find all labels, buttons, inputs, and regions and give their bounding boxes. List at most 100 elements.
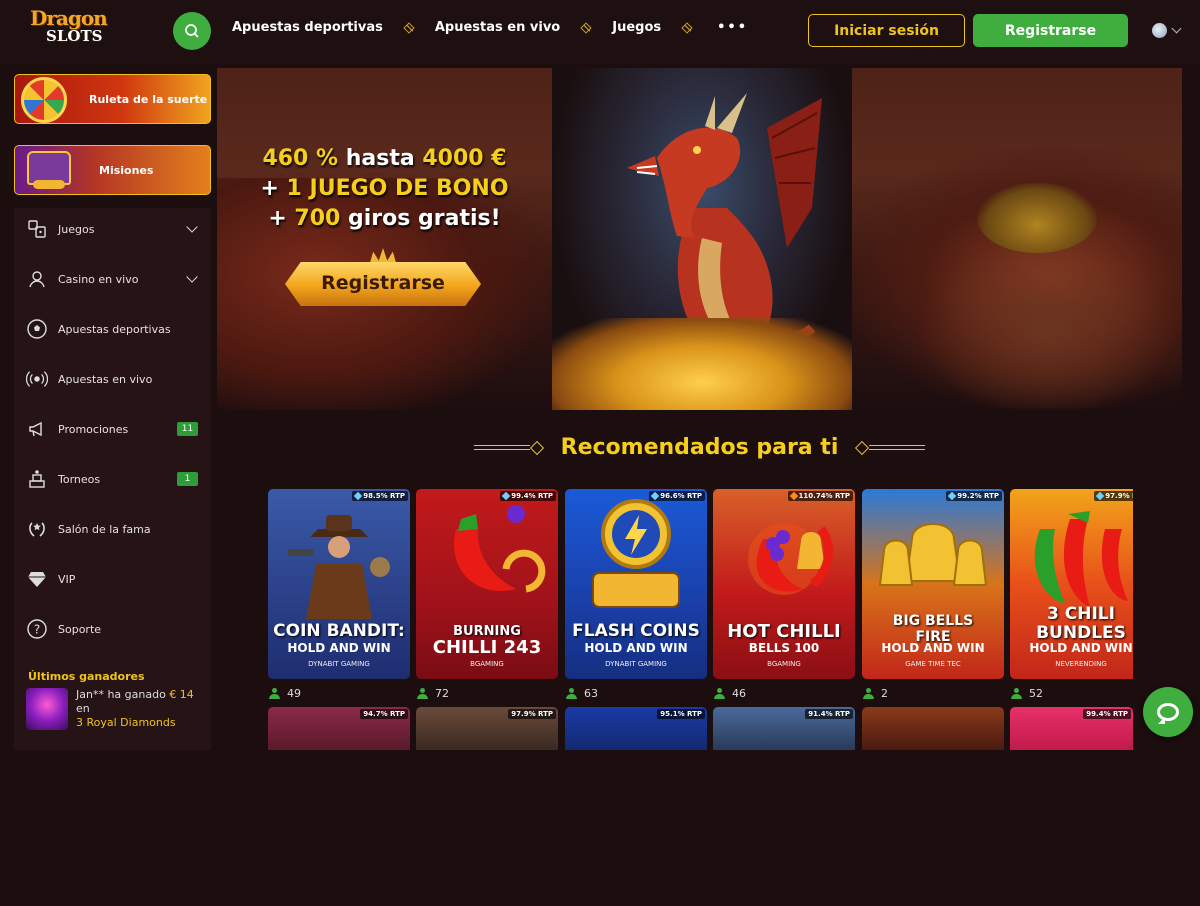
game-provider: BGAMING bbox=[470, 660, 504, 668]
rtp-value: 99.2% RTP bbox=[957, 492, 999, 500]
tournaments-count-badge: 1 bbox=[177, 472, 198, 486]
game-subtitle: HOLD AND WIN bbox=[584, 641, 688, 655]
offer-amount: 4000 € bbox=[422, 146, 507, 171]
register-button[interactable]: Registrarse bbox=[973, 14, 1128, 47]
game-provider: NEVERENDING bbox=[1055, 660, 1107, 668]
player-count-value: 49 bbox=[287, 687, 301, 700]
games-icon bbox=[26, 218, 48, 240]
logo-text-dragon: Dragon bbox=[30, 6, 108, 30]
laurel-icon bbox=[26, 518, 48, 540]
sidebar-item-sports-betting[interactable]: Apuestas deportivas bbox=[14, 309, 211, 349]
rtp-badge: 98.5% RTP bbox=[352, 491, 408, 501]
game-tile-live[interactable]: 94.7% RTP bbox=[268, 707, 410, 750]
offer-bonus-game: 1 JUEGO DE BONO bbox=[286, 176, 509, 201]
hot-chilli-bells-art bbox=[748, 523, 834, 595]
language-selector[interactable] bbox=[1152, 23, 1182, 38]
game-subtitle: CHILLI 243 bbox=[432, 637, 542, 658]
game-tile-3-chili-bundles[interactable]: 97.9% RTP 3 CHILI BUNDLES HOLD AND WIN N… bbox=[1010, 489, 1133, 679]
main-nav: Apuestas deportivas Apuestas en vivo Jue… bbox=[232, 20, 748, 35]
login-button[interactable]: Iniciar sesión bbox=[808, 14, 965, 47]
player-count-value: 52 bbox=[1029, 687, 1043, 700]
sidebar-menu: Juegos Casino en vivo Apuestas deportiva… bbox=[14, 208, 211, 750]
rtp-badge: 110.74% RTP bbox=[787, 491, 853, 501]
game-tile-coin-bandit[interactable]: 98.5% RTP COIN BANDIT: HOLD AND WIN DYNA… bbox=[268, 489, 410, 679]
rtp-badge: 99.4% RTP bbox=[500, 491, 556, 501]
sidebar: Ruleta de la suerte Misiones Juegos Casi… bbox=[14, 72, 212, 750]
tournament-icon bbox=[26, 468, 48, 490]
chevron-down-icon[interactable] bbox=[186, 271, 198, 283]
winner-user: Jan** ha ganado bbox=[76, 688, 166, 701]
sidebar-item-label: Torneos bbox=[58, 472, 101, 486]
chili-bundles-art bbox=[1034, 511, 1128, 607]
rtp-icon bbox=[948, 491, 957, 501]
winner-amount: € 14 bbox=[169, 688, 194, 701]
sidebar-item-label: Soporte bbox=[58, 622, 102, 636]
rtp-value: 96.6% RTP bbox=[660, 492, 702, 500]
nav-link-sports-betting[interactable]: Apuestas deportivas bbox=[232, 20, 383, 35]
sidebar-item-support[interactable]: ? Soporte bbox=[14, 609, 211, 649]
more-menu-button[interactable]: ••• bbox=[717, 20, 748, 35]
hero-cta-label: Registrarse bbox=[321, 272, 445, 294]
hero-register-button[interactable]: Registrarse bbox=[285, 248, 481, 314]
logo-text-slots: SLOTS bbox=[46, 27, 103, 45]
search-button[interactable] bbox=[173, 12, 211, 50]
game-tile-hot-chilli-bells[interactable]: 110.74% RTP HOT CHILLI BELLS 100 BGAMING bbox=[713, 489, 855, 679]
megaphone-icon bbox=[26, 418, 48, 440]
game-tile-live[interactable]: 99.4% RTP bbox=[1010, 707, 1133, 750]
missions-card[interactable]: Misiones bbox=[14, 145, 211, 195]
game-tile-big-bells-fire[interactable]: 99.2% RTP BIG BELLS FIRE HOLD AND WIN GA… bbox=[862, 489, 1004, 679]
sidebar-item-games[interactable]: Juegos bbox=[14, 209, 211, 249]
rtp-badge: 99.2% RTP bbox=[946, 491, 1002, 501]
game-title: FLASH COINS bbox=[572, 621, 700, 641]
player-count: 72 bbox=[417, 687, 449, 700]
sidebar-item-label: Casino en vivo bbox=[58, 272, 139, 286]
game-tile-live[interactable]: 95.1% RTP bbox=[565, 707, 707, 750]
sidebar-item-tournaments[interactable]: Torneos 1 bbox=[14, 459, 211, 499]
offer-spins-text: giros gratis! bbox=[340, 206, 501, 231]
rtp-badge: 91.4% RTP bbox=[805, 709, 853, 719]
game-provider: GAME TIME TEC bbox=[905, 660, 961, 668]
lucky-wheel-card[interactable]: Ruleta de la suerte bbox=[14, 74, 211, 124]
player-count: 63 bbox=[566, 687, 598, 700]
rtp-value: 99.4% RTP bbox=[511, 492, 553, 500]
missions-label: Misiones bbox=[99, 163, 154, 177]
game-subtitle: HOLD AND WIN bbox=[881, 641, 985, 655]
game-tile-live[interactable]: 91.4% RTP bbox=[713, 707, 855, 750]
game-tile-live[interactable] bbox=[862, 707, 1004, 750]
offer-percent: 460 % bbox=[262, 146, 339, 171]
sidebar-item-live-casino[interactable]: Casino en vivo bbox=[14, 259, 211, 299]
game-thumbnail bbox=[26, 688, 68, 730]
live-broadcast-icon bbox=[26, 368, 48, 390]
rtp-icon bbox=[354, 491, 363, 501]
user-icon bbox=[417, 688, 428, 699]
game-tile-live[interactable]: 97.9% RTP bbox=[416, 707, 558, 750]
winner-entry[interactable]: Jan** ha ganado € 14 en 3 Royal Diamonds bbox=[26, 688, 194, 730]
live-chat-button[interactable] bbox=[1143, 687, 1193, 737]
nav-link-games[interactable]: Juegos bbox=[612, 20, 661, 35]
sidebar-item-hall-of-fame[interactable]: Salón de la fama bbox=[14, 509, 211, 549]
sidebar-item-label: Salón de la fama bbox=[58, 522, 151, 536]
game-provider: DYNABIT GAMING bbox=[308, 660, 370, 668]
sidebar-item-promotions[interactable]: Promociones 11 bbox=[14, 409, 211, 449]
game-provider: BGAMING bbox=[767, 660, 801, 668]
search-icon bbox=[185, 24, 199, 38]
offer-upto: hasta bbox=[338, 146, 423, 171]
winner-game-link[interactable]: 3 Royal Diamonds bbox=[76, 716, 218, 906]
diamond-separator-icon bbox=[580, 21, 592, 34]
sidebar-item-vip[interactable]: VIP bbox=[14, 559, 211, 599]
sidebar-item-label: Promociones bbox=[58, 422, 129, 436]
svg-text:?: ? bbox=[34, 623, 40, 637]
nav-link-live-betting[interactable]: Apuestas en vivo bbox=[435, 20, 560, 35]
player-count: 2 bbox=[863, 687, 888, 700]
globe-icon bbox=[1152, 23, 1167, 38]
player-count: 49 bbox=[269, 687, 301, 700]
hero-offer-text: 460 % hasta 4000 € + 1 JUEGO DE BONO + 7… bbox=[257, 144, 512, 234]
page-edge bbox=[1182, 64, 1200, 750]
game-tile-burning-chilli[interactable]: 99.4% RTP BURNING CHILLI 243 BGAMING bbox=[416, 489, 558, 679]
game-tile-flash-coins[interactable]: 96.6% RTP FLASH COINS HOLD AND WIN DYNAB… bbox=[565, 489, 707, 679]
ornament-right-icon bbox=[855, 441, 925, 455]
sidebar-item-live-betting[interactable]: Apuestas en vivo bbox=[14, 359, 211, 399]
chevron-down-icon[interactable] bbox=[186, 221, 198, 233]
brand-logo[interactable]: Dragon SLOTS bbox=[30, 8, 122, 48]
live-casino-icon bbox=[26, 268, 48, 290]
